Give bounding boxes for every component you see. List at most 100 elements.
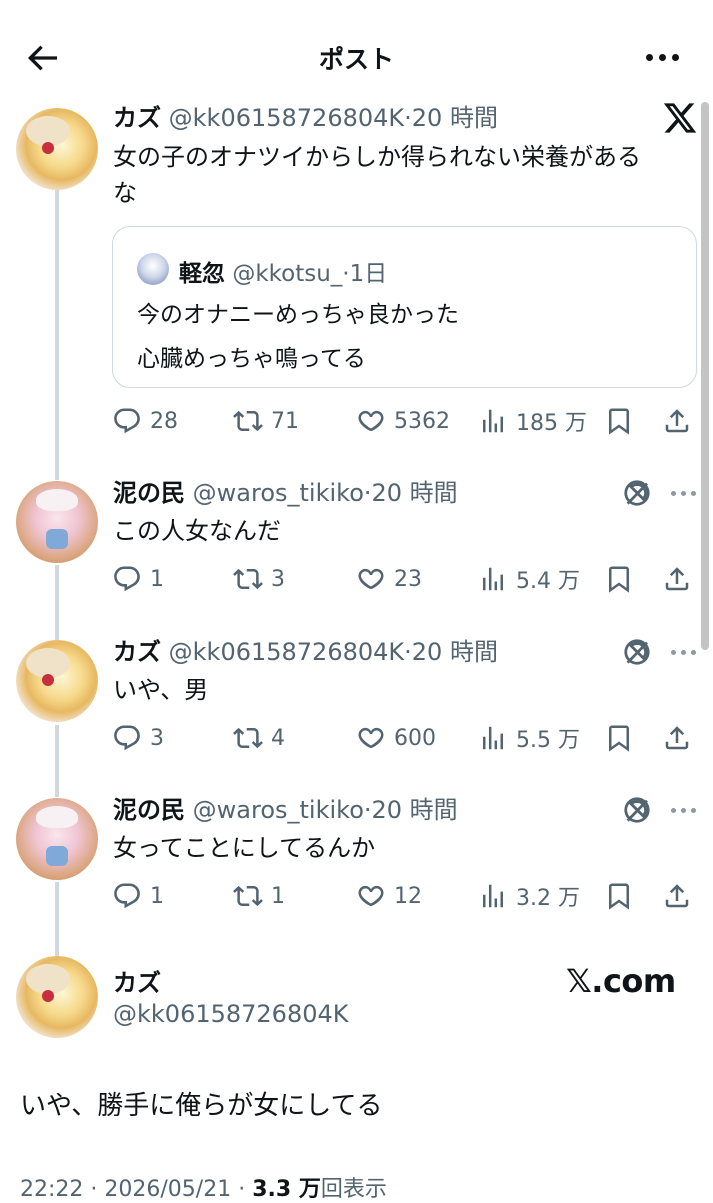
views-count: 3.2 万 bbox=[516, 886, 580, 911]
repost-button[interactable]: 3 bbox=[233, 559, 285, 599]
share-icon bbox=[662, 564, 692, 594]
grok-icon[interactable] bbox=[622, 478, 652, 508]
repost-button[interactable]: 71 bbox=[233, 401, 299, 441]
display-name[interactable]: カズ bbox=[113, 104, 161, 132]
grok-icon[interactable] bbox=[622, 795, 652, 825]
reply-count: 3 bbox=[150, 725, 164, 751]
reply-button[interactable]: 1 bbox=[112, 559, 164, 599]
scrollbar[interactable] bbox=[701, 102, 709, 650]
like-icon bbox=[356, 406, 386, 436]
timestamp[interactable]: 20 時間 bbox=[372, 479, 458, 507]
share-icon bbox=[662, 723, 692, 753]
reply-icon bbox=[112, 406, 142, 436]
more-icon bbox=[668, 490, 698, 496]
quoted-text-line: 今のオナニーめっちゃ良かった bbox=[137, 302, 459, 328]
reply-button[interactable]: 1 bbox=[112, 876, 164, 916]
bookmark-button[interactable] bbox=[604, 559, 642, 599]
views-icon bbox=[478, 564, 508, 594]
tweet-meta: 22:22 · 2026/05/21 · 3.3 万回表示 bbox=[20, 1171, 387, 1203]
like-icon bbox=[356, 881, 386, 911]
repost-count: 3 bbox=[271, 566, 285, 592]
timestamp[interactable]: 20 時間 bbox=[412, 104, 498, 132]
more-icon bbox=[643, 53, 682, 61]
like-button[interactable]: 5362 bbox=[356, 401, 450, 441]
avatar[interactable] bbox=[16, 956, 98, 1038]
user-handle[interactable]: @waros_tikiko bbox=[193, 796, 364, 824]
reply-count: 1 bbox=[150, 566, 164, 592]
avatar[interactable] bbox=[16, 481, 98, 563]
avatar[interactable] bbox=[16, 798, 98, 880]
like-icon bbox=[356, 564, 386, 594]
tweet-text-line: 女の子のオナツイからしか得られない栄養がある bbox=[113, 143, 641, 171]
repost-icon bbox=[233, 564, 263, 594]
bookmark-button[interactable] bbox=[604, 876, 642, 916]
user-handle[interactable]: @waros_tikiko bbox=[193, 479, 364, 507]
tweet-header: カズ @kk06158726804K·20 時間 bbox=[113, 637, 498, 667]
action-bar: 3 4 600 5.5 万 bbox=[112, 718, 697, 758]
views-count: 185 万 bbox=[516, 411, 587, 436]
repost-icon bbox=[233, 723, 263, 753]
quoted-text: 今のオナニーめっちゃ良かった 心臓めっちゃ鳴ってる bbox=[137, 293, 459, 381]
quoted-handle: @kkotsu_ bbox=[232, 261, 343, 287]
repost-button[interactable]: 4 bbox=[233, 718, 285, 758]
repost-icon bbox=[233, 406, 263, 436]
reply-button[interactable]: 28 bbox=[112, 401, 178, 441]
post-date[interactable]: 2026/05/21 bbox=[104, 1177, 231, 1202]
share-button[interactable] bbox=[662, 401, 700, 441]
share-button[interactable] bbox=[662, 876, 700, 916]
views-button[interactable]: 5.4 万 bbox=[478, 559, 580, 599]
avatar[interactable] bbox=[16, 640, 98, 722]
display-name[interactable]: 泥の民 bbox=[113, 479, 185, 507]
separator: · bbox=[404, 638, 412, 666]
views-icon bbox=[478, 723, 508, 753]
reply-icon bbox=[112, 723, 142, 753]
bookmark-button[interactable] bbox=[604, 718, 642, 758]
reply-icon bbox=[112, 564, 142, 594]
like-count: 23 bbox=[394, 566, 422, 592]
more-options-button[interactable] bbox=[668, 478, 698, 508]
share-button[interactable] bbox=[662, 559, 700, 599]
reply-button[interactable]: 3 bbox=[112, 718, 164, 758]
bookmark-button[interactable] bbox=[604, 401, 642, 441]
like-icon bbox=[356, 723, 386, 753]
like-button[interactable]: 12 bbox=[356, 876, 422, 916]
views-button[interactable]: 3.2 万 bbox=[478, 876, 580, 916]
views-icon bbox=[478, 881, 508, 911]
like-count: 12 bbox=[394, 883, 422, 909]
user-handle[interactable]: @kk06158726804K bbox=[169, 638, 405, 666]
bookmark-icon bbox=[604, 881, 634, 911]
more-options-button[interactable] bbox=[668, 795, 698, 825]
like-button[interactable]: 23 bbox=[356, 559, 422, 599]
user-handle[interactable]: @kk06158726804K bbox=[113, 1000, 349, 1028]
tweet-header: カズ @kk06158726804K·20 時間 bbox=[113, 103, 498, 133]
reply-count: 28 bbox=[150, 408, 178, 434]
quoted-tweet[interactable]: 軽忽 @kkotsu_·1日 今のオナニーめっちゃ良かった 心臓めっちゃ鳴ってる bbox=[112, 226, 697, 388]
view-count: 3.3 万 bbox=[252, 1177, 321, 1202]
like-button[interactable]: 600 bbox=[356, 718, 436, 758]
avatar[interactable] bbox=[16, 108, 98, 190]
action-bar: 1 1 12 3.2 万 bbox=[112, 876, 697, 916]
display-name[interactable]: カズ bbox=[113, 963, 161, 998]
tweet-header: 泥の民 @waros_tikiko·20 時間 bbox=[113, 795, 458, 825]
display-name[interactable]: カズ bbox=[113, 638, 161, 666]
share-button[interactable] bbox=[662, 718, 700, 758]
separator: · bbox=[404, 104, 412, 132]
separator: · bbox=[363, 796, 372, 824]
tweet-text-line: な bbox=[113, 179, 137, 207]
display-name[interactable]: 泥の民 bbox=[113, 796, 185, 824]
views-button[interactable]: 5.5 万 bbox=[478, 718, 580, 758]
user-handle[interactable]: @kk06158726804K bbox=[169, 104, 405, 132]
views-button[interactable]: 185 万 bbox=[478, 401, 587, 441]
repost-button[interactable]: 1 bbox=[233, 876, 285, 916]
more-options-button[interactable] bbox=[668, 637, 698, 667]
timestamp[interactable]: 20 時間 bbox=[372, 796, 458, 824]
repost-count: 4 bbox=[271, 725, 285, 751]
grok-icon[interactable] bbox=[622, 637, 652, 667]
timestamp[interactable]: 20 時間 bbox=[412, 638, 498, 666]
thread-line bbox=[55, 725, 59, 797]
more-options-button[interactable] bbox=[640, 40, 684, 74]
tweet-header: 泥の民 @waros_tikiko·20 時間 bbox=[113, 478, 458, 508]
post-time[interactable]: 22:22 bbox=[20, 1177, 83, 1202]
like-count: 5362 bbox=[394, 408, 450, 434]
bookmark-icon bbox=[604, 564, 634, 594]
